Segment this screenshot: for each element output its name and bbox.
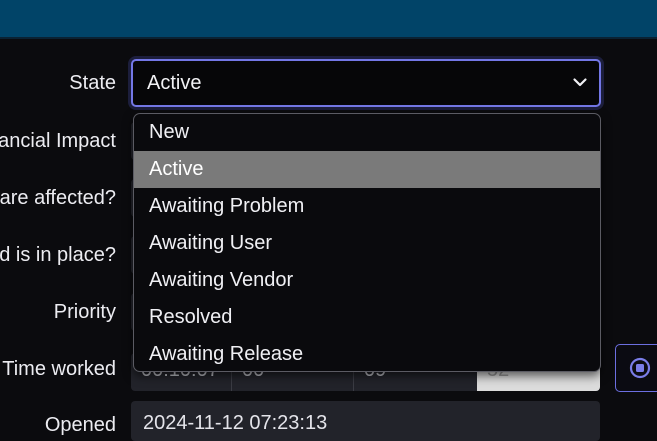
state-select[interactable]: Active xyxy=(131,59,601,107)
option-awaiting-vendor[interactable]: Awaiting Vendor xyxy=(134,262,600,299)
option-resolved[interactable]: Resolved xyxy=(134,299,600,336)
state-selected-value: Active xyxy=(147,72,202,94)
opened-label: Opened xyxy=(44,414,116,436)
state-label: State xyxy=(69,72,116,94)
time-worked-label: Time worked xyxy=(2,358,116,380)
option-awaiting-problem[interactable]: Awaiting Problem xyxy=(134,188,600,225)
option-active[interactable]: Active xyxy=(134,151,600,188)
priority-label: Priority xyxy=(53,301,116,323)
option-awaiting-release[interactable]: Awaiting Release xyxy=(134,336,600,371)
option-new[interactable]: New xyxy=(134,114,600,151)
chevron-down-icon xyxy=(573,78,587,87)
opened-value: 2024-11-12 07:23:13 xyxy=(143,412,328,434)
affected-label: are affected? xyxy=(0,187,116,209)
stop-circle-icon xyxy=(629,357,651,379)
top-header-bar xyxy=(0,0,657,37)
workaround-label: nd is in place? xyxy=(0,244,116,266)
header-divider xyxy=(0,37,657,39)
financial-impact-label: ancial Impact xyxy=(0,130,116,152)
option-awaiting-user[interactable]: Awaiting User xyxy=(134,225,600,262)
state-dropdown-list: New Active Awaiting Problem Awaiting Use… xyxy=(133,113,601,372)
opened-field: 2024-11-12 07:23:13 xyxy=(131,401,600,441)
timer-stop-button[interactable] xyxy=(615,344,657,392)
